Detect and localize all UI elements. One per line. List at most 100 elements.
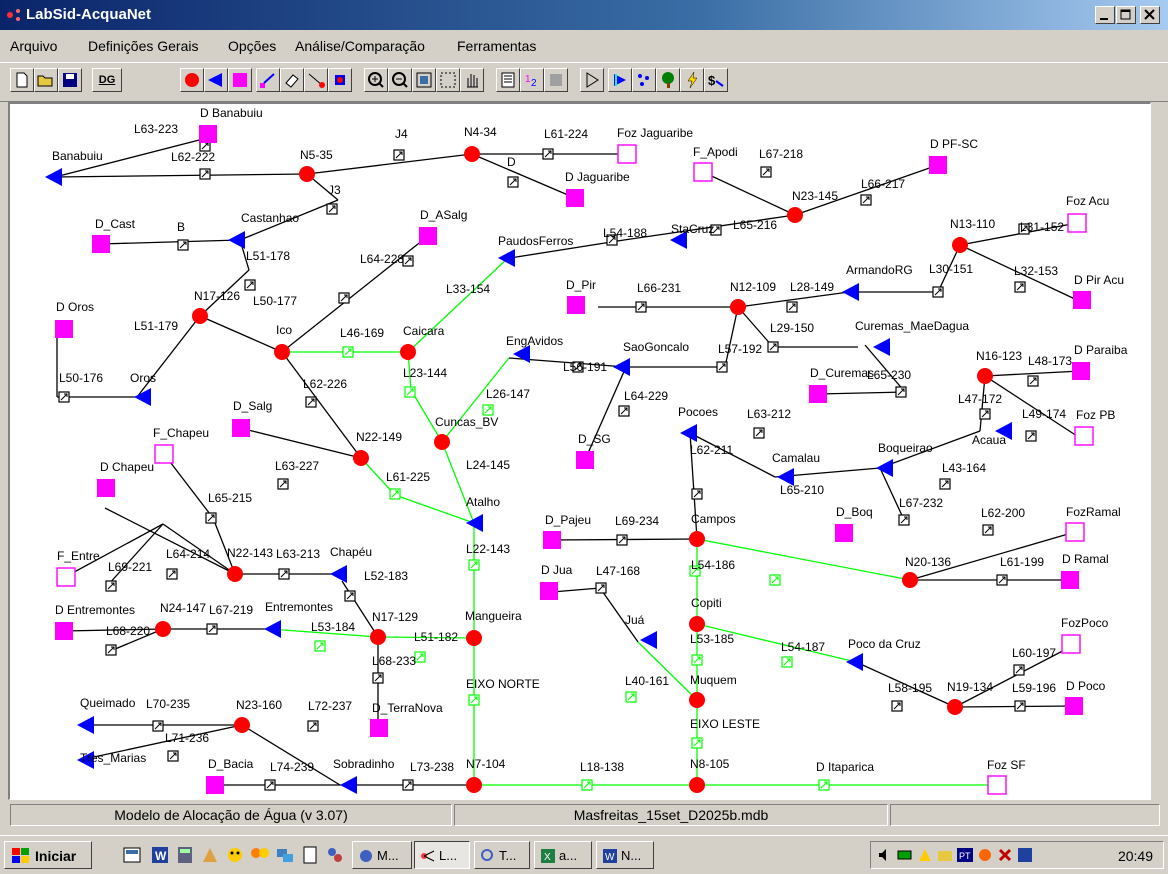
select-link-button[interactable] [304, 68, 328, 92]
link-control-box[interactable] [468, 694, 480, 706]
link-line[interactable] [281, 351, 362, 459]
node-n5-35[interactable] [299, 166, 315, 182]
battery-icon[interactable] [897, 847, 913, 863]
demand-d-entremontes[interactable] [55, 622, 73, 640]
link-control-box[interactable] [786, 301, 798, 313]
node-n19-134[interactable] [947, 699, 963, 715]
lightning-button[interactable] [680, 68, 704, 92]
link-control-box[interactable] [278, 568, 290, 580]
demand-d-sg[interactable] [576, 451, 594, 469]
node-caicara[interactable] [400, 344, 416, 360]
reservoir-saogoncalo[interactable] [613, 358, 630, 376]
database-button[interactable] [544, 68, 568, 92]
link-control-box[interactable] [389, 488, 401, 500]
menu-opcoes[interactable]: Opções [228, 38, 276, 54]
zoom-out-button[interactable] [388, 68, 412, 92]
demand-tool-button[interactable] [204, 68, 228, 92]
language-pt-icon[interactable]: PT [957, 847, 973, 863]
node-n20-136[interactable] [902, 572, 918, 588]
link-control-box[interactable] [891, 700, 903, 712]
demand-d-jaguaribe[interactable] [566, 189, 584, 207]
minimize-button[interactable] [1095, 6, 1115, 24]
lite-tray-icon[interactable] [1017, 847, 1033, 863]
link-line[interactable] [551, 587, 601, 593]
link-control-box[interactable] [1025, 430, 1037, 442]
link-control-box[interactable] [895, 386, 907, 398]
close-button[interactable] [1140, 6, 1160, 24]
link-control-box[interactable] [939, 478, 951, 490]
link-control-box[interactable] [177, 239, 189, 251]
demand-d-boq[interactable] [835, 524, 853, 542]
reservoir-boqueirao[interactable] [876, 459, 893, 477]
task-button-m[interactable]: M... [352, 841, 412, 869]
tree-button[interactable] [656, 68, 680, 92]
reservoir-poco-da-cruz[interactable] [846, 653, 863, 671]
zoom-window-button[interactable] [436, 68, 460, 92]
move-node-button[interactable] [328, 68, 352, 92]
messenger-tray-icon[interactable] [977, 847, 993, 863]
node-n23-145[interactable] [787, 207, 803, 223]
link-control-box[interactable] [167, 750, 179, 762]
link-control-box[interactable] [507, 176, 519, 188]
source-foz-acu[interactable] [1067, 213, 1087, 233]
demand-d-bacia[interactable] [206, 776, 224, 794]
link-line[interactable] [637, 641, 698, 701]
link-control-box[interactable] [166, 568, 178, 580]
network-tray-icon[interactable] [917, 847, 933, 863]
link-line[interactable] [471, 153, 576, 199]
node-n12-109[interactable] [730, 299, 746, 315]
node-n16-123[interactable] [977, 368, 993, 384]
link-line[interactable] [441, 441, 475, 524]
numbering-button[interactable]: 12 [520, 68, 544, 92]
zoom-in-button[interactable] [364, 68, 388, 92]
new-file-button[interactable] [10, 68, 34, 92]
link-control-box[interactable] [402, 255, 414, 267]
source-foz-jaguaribe[interactable] [617, 144, 637, 164]
dg-button[interactable]: DG [92, 68, 122, 92]
node-n22-149[interactable] [353, 450, 369, 466]
link-control-box[interactable] [105, 644, 117, 656]
link-control-box[interactable] [468, 559, 480, 571]
butterfly-quicklaunch-icon[interactable] [250, 845, 270, 865]
link-control-box[interactable] [199, 168, 211, 180]
link-control-box[interactable] [342, 346, 354, 358]
link-control-box[interactable] [205, 512, 217, 524]
link-control-box[interactable] [338, 292, 350, 304]
link-control-box[interactable] [305, 396, 317, 408]
eraser-button[interactable] [280, 68, 304, 92]
demand-d-terranova[interactable] [370, 719, 388, 737]
folder-tray-icon[interactable] [937, 847, 953, 863]
calculator-quicklaunch-icon[interactable] [175, 845, 195, 865]
link-control-box[interactable] [691, 488, 703, 500]
link-control-box[interactable] [716, 361, 728, 373]
link-control-box[interactable] [58, 391, 70, 403]
link-control-box[interactable] [1027, 375, 1039, 387]
source-fozramal[interactable] [1065, 522, 1085, 542]
link-line[interactable] [817, 391, 906, 395]
start-button[interactable]: Iniciar [4, 841, 92, 869]
pan-button[interactable] [460, 68, 484, 92]
demand-d-oros[interactable] [55, 320, 73, 338]
open-button[interactable] [34, 68, 58, 92]
link-control-box[interactable] [404, 386, 416, 398]
demand-d-chapeu[interactable] [97, 479, 115, 497]
demand-d-salg[interactable] [232, 419, 250, 437]
node-n8-105[interactable] [689, 777, 705, 793]
demand-d-curemas[interactable] [809, 385, 827, 403]
link-line[interactable] [239, 427, 362, 459]
link-control-box[interactable] [277, 478, 289, 490]
demand-d-poco[interactable] [1065, 697, 1083, 715]
link-control-box[interactable] [982, 524, 994, 536]
scatter-button[interactable] [632, 68, 656, 92]
link-tool-button[interactable] [256, 68, 280, 92]
node-mangueira[interactable] [466, 630, 482, 646]
link-control-box[interactable] [264, 779, 276, 791]
link-control-box[interactable] [372, 672, 384, 684]
link-control-box[interactable] [979, 408, 991, 420]
vertical-scrollbar[interactable] [1151, 102, 1168, 800]
title-bar[interactable]: LabSid-AcquaNet [0, 0, 1168, 30]
source-foz-sf[interactable] [987, 775, 1007, 795]
demand-d-paraiba[interactable] [1072, 362, 1090, 380]
maximize-button[interactable] [1116, 6, 1136, 24]
link-line[interactable] [724, 306, 739, 368]
